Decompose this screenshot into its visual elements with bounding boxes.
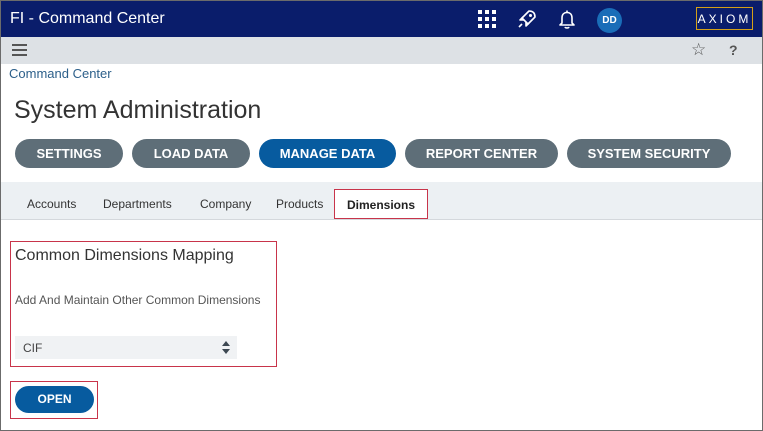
user-avatar[interactable]: DD [597, 8, 622, 33]
star-icon[interactable]: ☆ [691, 40, 706, 60]
open-button[interactable]: OPEN [15, 386, 94, 413]
tab-products[interactable]: Products [276, 197, 323, 211]
top-bar: FI - Command Center DD AXIOM [1, 1, 762, 37]
select-updown-icon [222, 341, 230, 354]
tab-dimensions-label: Dimensions [346, 198, 415, 212]
dimension-select[interactable]: CIF [15, 336, 237, 359]
tab-dimensions[interactable]: Dimensions [334, 189, 428, 219]
tab-company[interactable]: Company [200, 197, 251, 211]
tab-departments[interactable]: Departments [103, 197, 172, 211]
tab-accounts[interactable]: Accounts [27, 197, 76, 211]
nav-system-security-button[interactable]: SYSTEM SECURITY [567, 139, 731, 168]
axiom-logo: AXIOM [696, 7, 753, 30]
help-icon[interactable]: ? [729, 42, 738, 58]
card-title: Common Dimensions Mapping [15, 247, 234, 264]
nav-settings-button[interactable]: SETTINGS [15, 139, 123, 168]
breadcrumb[interactable]: Command Center [9, 66, 112, 81]
sub-bar: ☆ ? [1, 37, 762, 64]
card-description: Add And Maintain Other Common Dimensions [15, 293, 261, 307]
nav-report-center-button[interactable]: REPORT CENTER [405, 139, 558, 168]
bell-icon[interactable] [556, 8, 578, 30]
nav-load-data-button[interactable]: LOAD DATA [132, 139, 250, 168]
app-title: FI - Command Center [10, 10, 165, 27]
apps-grid-icon[interactable] [476, 8, 498, 30]
rocket-icon[interactable] [516, 8, 538, 30]
nav-manage-data-button[interactable]: MANAGE DATA [259, 139, 396, 168]
dimension-select-value: CIF [23, 341, 43, 355]
dimensions-card: Common Dimensions Mapping Add And Mainta… [10, 241, 277, 367]
hamburger-menu-icon[interactable] [12, 44, 27, 57]
open-button-highlight: OPEN [10, 381, 98, 419]
page-title: System Administration [14, 96, 262, 124]
